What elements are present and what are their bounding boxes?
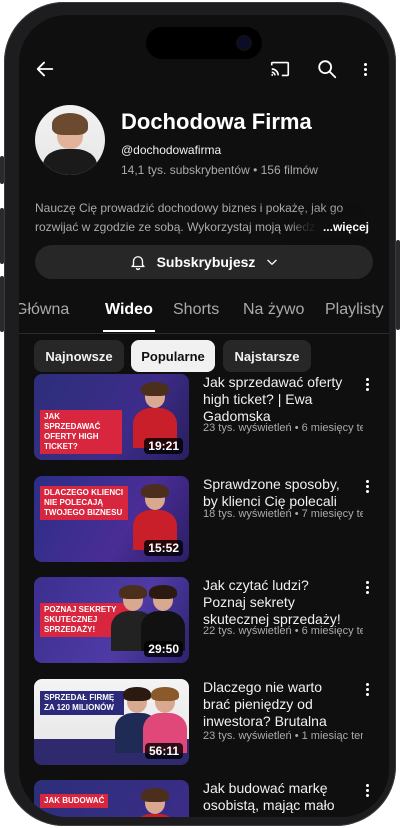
video-more-icon[interactable] [360, 579, 374, 595]
channel-tabs: Główna Wideo Shorts Na żywo Playlisty [19, 287, 389, 334]
tab-playlists[interactable]: Playlisty [325, 301, 384, 319]
video-meta: 18 tys. wyświetleń • 7 miesięcy temu [203, 508, 363, 520]
cast-icon[interactable] [266, 55, 294, 83]
thumbnail-caption: DLACZEGO KLIENCI NIE POLECAJĄ TWOJEGO BI… [40, 486, 128, 520]
top-bar [19, 51, 389, 87]
video-duration: 19:21 [144, 438, 183, 454]
video-thumbnail[interactable]: JAK SPRZEDAWAĆ OFERTY HIGH TICKET? 19:21 [34, 374, 189, 460]
subscribe-button[interactable]: Subskrybujesz [35, 245, 373, 279]
app-screen: Dochodowa Firma @dochodowafirma 14,1 tys… [19, 15, 389, 817]
tab-home[interactable]: Główna [19, 301, 69, 319]
video-title[interactable]: Sprawdzone sposoby, by klienci Cię polec… [203, 476, 353, 510]
video-thumbnail[interactable]: POZNAJ SEKRETY SKUTECZNEJ SPRZEDAŻY! 29:… [34, 577, 189, 663]
video-meta: 22 tys. wyświetleń • 6 miesięcy temu [203, 625, 363, 637]
bell-icon [130, 256, 145, 271]
video-item[interactable]: JAK SPRZEDAWAĆ OFERTY HIGH TICKET? 19:21… [34, 374, 374, 462]
thumbnail-caption: SPRZEDAŁ FIRMĘ ZA 120 MILIONÓW [40, 691, 124, 715]
more-vertical-icon[interactable] [355, 55, 375, 83]
video-thumbnail[interactable]: SPRZEDAŁ FIRMĘ ZA 120 MILIONÓW 56:11 [34, 679, 189, 765]
tab-live[interactable]: Na żywo [243, 301, 304, 319]
video-item[interactable]: SPRZEDAŁ FIRMĘ ZA 120 MILIONÓW 56:11 Dla… [34, 679, 374, 767]
video-thumbnail[interactable]: DLACZEGO KLIENCI NIE POLECAJĄ TWOJEGO BI… [34, 476, 189, 562]
video-title[interactable]: Jak czytać ludzi? Poznaj sekrety skutecz… [203, 577, 353, 628]
phone-frame: Dochodowa Firma @dochodowafirma 14,1 tys… [4, 2, 396, 826]
subscribe-label: Subskrybujesz [156, 254, 256, 270]
tab-shorts[interactable]: Shorts [173, 301, 219, 319]
video-item[interactable]: JAK BUDOWAĆ Jak budować markę osobistą, … [34, 780, 374, 817]
description-line: Nauczę Cię prowadzić dochodowy biznes i … [35, 201, 344, 215]
channel-description[interactable]: Nauczę Cię prowadzić dochodowy biznes i … [35, 199, 375, 237]
avatar[interactable] [35, 105, 105, 175]
video-duration: 29:50 [144, 641, 183, 657]
power-button [396, 240, 400, 330]
video-more-icon[interactable] [360, 782, 374, 798]
thumbnail-caption: JAK SPRZEDAWAĆ OFERTY HIGH TICKET? [40, 410, 122, 454]
search-icon[interactable] [313, 55, 341, 83]
video-item[interactable]: DLACZEGO KLIENCI NIE POLECAJĄ TWOJEGO BI… [34, 476, 374, 564]
video-more-icon[interactable] [360, 478, 374, 494]
video-thumbnail[interactable]: JAK BUDOWAĆ [34, 780, 189, 817]
video-title[interactable]: Dlaczego nie warto brać pieniędzy od inw… [203, 679, 353, 730]
video-meta: 23 tys. wyświetleń • 1 miesiąc temu [203, 730, 363, 742]
chevron-down-icon [267, 259, 278, 265]
tab-videos[interactable]: Wideo [105, 301, 153, 319]
video-duration: 56:11 [144, 743, 183, 759]
video-item[interactable]: POZNAJ SEKRETY SKUTECZNEJ SPRZEDAŻY! 29:… [34, 577, 374, 665]
thumbnail-caption: JAK BUDOWAĆ [40, 794, 109, 808]
more-link[interactable]: ...więcej [314, 218, 369, 237]
video-more-icon[interactable] [360, 681, 374, 697]
active-tab-indicator [103, 330, 155, 332]
chip-oldest[interactable]: Najstarsze [223, 340, 311, 372]
channel-handle: @dochodowafirma [121, 143, 222, 157]
channel-name: Dochodowa Firma [121, 109, 312, 134]
video-title[interactable]: Jak sprzedawać oferty high ticket? | Ewa… [203, 374, 353, 425]
video-title[interactable]: Jak budować markę osobistą, mając mało c… [203, 780, 353, 817]
video-duration: 15:52 [144, 540, 183, 556]
back-arrow-icon[interactable] [31, 55, 59, 83]
chip-newest[interactable]: Najnowsze [34, 340, 124, 372]
video-more-icon[interactable] [360, 376, 374, 392]
chip-popular[interactable]: Popularne [131, 340, 215, 372]
video-meta: 23 tys. wyświetleń • 6 miesięcy temu [203, 422, 363, 434]
channel-stats: 14,1 tys. subskrybentów • 156 filmów [121, 163, 318, 177]
